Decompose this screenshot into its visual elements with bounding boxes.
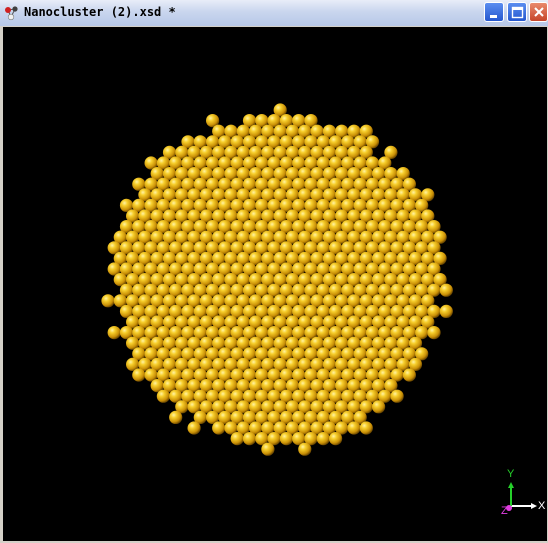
gold-atom[interactable]	[101, 294, 115, 308]
window-title: Nanocluster (2).xsd *	[24, 5, 176, 19]
gold-atom[interactable]	[242, 432, 257, 446]
gold-atom[interactable]	[427, 326, 441, 340]
x-axis-arrowhead	[531, 503, 537, 509]
title-bar[interactable]: Nanocluster (2).xsd *	[0, 0, 548, 26]
gold-atom[interactable]	[298, 442, 312, 456]
gold-atom[interactable]	[359, 421, 373, 435]
maximize-button[interactable]	[507, 2, 527, 22]
gold-atom[interactable]	[402, 368, 416, 382]
axis-triad: X Y Z	[501, 468, 546, 517]
minimize-icon	[490, 15, 497, 18]
y-axis-label: Y	[507, 468, 515, 480]
x-axis-label: X	[538, 500, 546, 512]
maximize-icon	[511, 6, 524, 19]
gold-atom[interactable]	[439, 283, 453, 297]
gold-atom[interactable]	[316, 432, 330, 446]
close-icon	[534, 7, 544, 17]
gold-atom[interactable]	[212, 421, 226, 435]
3d-viewer[interactable]: X Y Z	[3, 27, 547, 541]
z-axis-label: Z	[501, 505, 508, 517]
gold-atom[interactable]	[169, 410, 183, 424]
gold-atom[interactable]	[261, 442, 275, 456]
gold-atom[interactable]	[372, 400, 386, 414]
nanocluster-render[interactable]: X Y Z	[3, 27, 547, 541]
gold-atom[interactable]	[107, 326, 121, 340]
minimize-button[interactable]	[484, 2, 504, 22]
gold-atom[interactable]	[230, 432, 244, 446]
y-axis-arrowhead	[508, 482, 514, 488]
gold-atom[interactable]	[329, 432, 343, 446]
gold-atom[interactable]	[187, 421, 201, 435]
gold-atom[interactable]	[347, 421, 361, 435]
document-window: Nanocluster (2).xsd * X Y Z	[0, 0, 548, 543]
gold-atom[interactable]	[390, 389, 404, 403]
gold-atom[interactable]	[439, 304, 453, 318]
molecule-icon[interactable]	[4, 5, 20, 21]
atom-group	[101, 103, 453, 456]
close-button[interactable]	[529, 2, 548, 22]
gold-atom[interactable]	[279, 432, 293, 446]
gold-atom[interactable]	[156, 389, 170, 403]
gold-atom[interactable]	[132, 368, 146, 382]
